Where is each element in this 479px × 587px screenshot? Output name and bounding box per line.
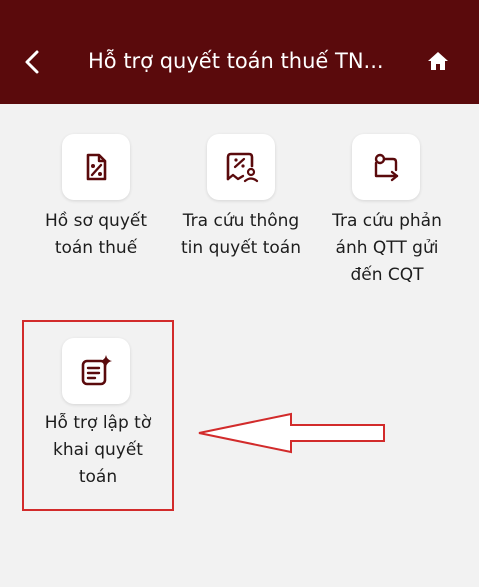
- tax-document-icon: [86, 153, 107, 181]
- back-button[interactable]: [14, 44, 50, 80]
- tile-settlement-info-lookup[interactable]: Tra cứu thông tin quyết toán: [168, 134, 314, 264]
- tile-icon-box: [207, 134, 275, 200]
- feedback-route-icon: [374, 153, 399, 182]
- tile-label: Tra cứu phản ánh QTT gửi đến CQT: [332, 211, 442, 285]
- tile-label: Hồ sơ quyết toán thuế: [45, 211, 147, 258]
- app-header: Hỗ trợ quyết toán thuế TN...: [0, 0, 479, 104]
- tile-icon-box: [352, 134, 420, 200]
- tile-icon-box: [62, 134, 130, 200]
- chevron-left-icon: [25, 50, 39, 74]
- tile-tax-settlement-records[interactable]: Hồ sơ quyết toán thuế: [24, 134, 168, 264]
- percent-lookup-icon: [226, 152, 259, 183]
- tile-qtt-feedback-lookup[interactable]: Tra cứu phản ánh QTT gửi đến CQT: [314, 134, 460, 292]
- annotation-highlight-box: [22, 320, 174, 511]
- page-title: Hỗ trợ quyết toán thuế TN...: [88, 49, 384, 73]
- home-button[interactable]: [422, 44, 454, 78]
- left-arrow-outline-icon: [198, 412, 385, 454]
- tile-label: Tra cứu thông tin quyết toán: [181, 211, 301, 258]
- home-icon: [428, 52, 448, 70]
